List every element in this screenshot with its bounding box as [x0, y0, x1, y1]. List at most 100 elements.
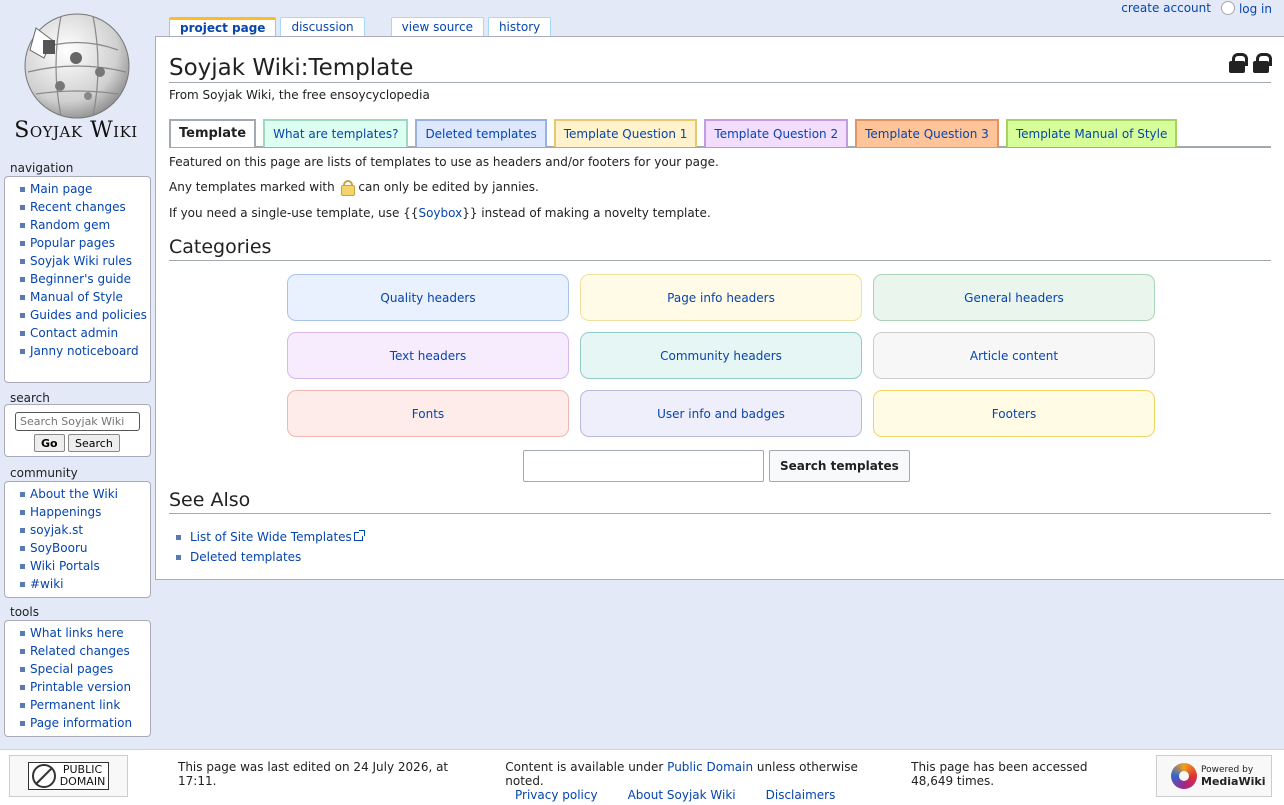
mw-line-2: MediaWiki — [1201, 775, 1266, 788]
site-logo[interactable]: Soyjak Wiki — [0, 0, 152, 152]
nav-contact-admin[interactable]: Contact admin — [30, 326, 118, 340]
privacy-policy-link[interactable]: Privacy policy — [515, 788, 598, 802]
community-happenings[interactable]: Happenings — [30, 505, 101, 519]
category-button[interactable]: Fonts — [287, 390, 569, 437]
category-button[interactable]: Text headers — [287, 332, 569, 379]
category-button[interactable]: Community headers — [580, 332, 862, 379]
categories-heading: Categories — [169, 235, 1271, 261]
tab-project-page[interactable]: project page — [169, 17, 277, 37]
subtab-what-are-templates[interactable]: What are templates? — [263, 119, 409, 147]
pd-line-2: DOMAIN — [59, 775, 106, 788]
tab-view-source[interactable]: view source — [390, 17, 484, 37]
about-link[interactable]: About Soyjak Wiki — [628, 788, 736, 802]
footer-info: This page was last edited on 24 July 202… — [170, 760, 1130, 802]
tab-discussion[interactable]: discussion — [280, 17, 365, 37]
nav-popular-pages[interactable]: Popular pages — [30, 236, 115, 250]
external-link-icon — [353, 530, 365, 541]
navigation-portal: Main page Recent changes Random gem Popu… — [4, 176, 151, 383]
log-in-link[interactable]: log in — [1239, 2, 1272, 16]
intro-single-use: If you need a single-use template, use {… — [169, 206, 711, 220]
category-button[interactable]: Article content — [873, 332, 1155, 379]
search-templates-button[interactable]: Search templates — [769, 450, 910, 482]
community-wiki-channel[interactable]: #wiki — [30, 577, 64, 591]
community-wiki-portals[interactable]: Wiki Portals — [30, 559, 100, 573]
list-item: List of Site Wide Templates — [176, 527, 365, 547]
access-count: This page has been accessed 48,649 times… — [911, 760, 1088, 788]
nav-recent-changes[interactable]: Recent changes — [30, 200, 126, 214]
intro-protected-after: can only be edited by jannies. — [358, 180, 539, 194]
nav-main-page[interactable]: Main page — [30, 182, 92, 196]
soybox-link[interactable]: Soybox — [418, 206, 462, 220]
page-title: Soyjak Wiki:Template — [169, 54, 1271, 83]
tools-printable-version[interactable]: Printable version — [30, 680, 131, 694]
site-wide-templates-link[interactable]: List of Site Wide Templates — [190, 530, 352, 544]
mediawiki-flower-icon — [1171, 763, 1197, 789]
sidebar-search-input[interactable] — [15, 412, 140, 431]
nav-manual-of-style[interactable]: Manual of Style — [30, 290, 123, 304]
search-button[interactable]: Search — [68, 434, 120, 452]
see-also-heading: See Also — [169, 488, 1271, 514]
tools-portal: What links here Related changes Special … — [4, 620, 151, 737]
category-button[interactable]: Page info headers — [580, 274, 862, 321]
mediawiki-badge[interactable]: Powered by MediaWiki — [1156, 755, 1272, 797]
community-portal: About the Wiki Happenings soyjak.st SoyB… — [4, 481, 151, 598]
template-subtabs: Template What are templates? Deleted tem… — [169, 119, 1271, 148]
nav-wiki-rules[interactable]: Soyjak Wiki rules — [30, 254, 132, 268]
go-button[interactable]: Go — [34, 434, 65, 452]
see-also-list: List of Site Wide Templates Deleted temp… — [176, 527, 365, 567]
tools-related-changes[interactable]: Related changes — [30, 644, 130, 658]
puzzle-globe-icon — [24, 13, 130, 119]
category-button[interactable]: Quality headers — [287, 274, 569, 321]
subtab-template-question-2[interactable]: Template Question 2 — [704, 119, 849, 147]
nav-random-gem[interactable]: Random gem — [30, 218, 110, 232]
nav-janny-noticeboard[interactable]: Janny noticeboard — [30, 344, 139, 358]
intro-protected-before: Any templates marked with — [169, 180, 335, 194]
deleted-templates-link[interactable]: Deleted templates — [190, 550, 301, 564]
content-area: Soyjak Wiki:Template From Soyjak Wiki, t… — [155, 36, 1284, 580]
license-before: Content is available under — [505, 760, 664, 774]
nav-guides-and-policies[interactable]: Guides and policies — [30, 308, 147, 322]
page-tabs: project page discussion view source hist… — [169, 17, 552, 37]
disclaimers-link[interactable]: Disclaimers — [766, 788, 836, 802]
intro-single-use-before: If you need a single-use template, use {… — [169, 206, 419, 220]
subtab-template[interactable]: Template — [169, 119, 257, 147]
category-button[interactable]: Footers — [873, 390, 1155, 437]
tools-page-information[interactable]: Page information — [30, 716, 132, 730]
subtab-template-question-3[interactable]: Template Question 3 — [855, 119, 999, 147]
community-about-wiki[interactable]: About the Wiki — [30, 487, 118, 501]
community-soyjak-st[interactable]: soyjak.st — [30, 523, 83, 537]
template-search-input[interactable] — [523, 450, 764, 482]
personal-links: create account log in — [1121, 0, 1272, 16]
community-soybooru[interactable]: SoyBooru — [30, 541, 88, 555]
tools-special-pages[interactable]: Special pages — [30, 662, 113, 676]
tools-permanent-link[interactable]: Permanent link — [30, 698, 120, 712]
template-search-row: Search templates — [523, 450, 910, 482]
tab-history[interactable]: history — [487, 17, 552, 37]
category-button[interactable]: User info and badges — [580, 390, 862, 437]
navigation-label: navigation — [10, 161, 74, 175]
nav-beginners-guide[interactable]: Beginner's guide — [30, 272, 131, 286]
site-wordmark: Soyjak Wiki — [14, 118, 138, 143]
create-account-link[interactable]: create account — [1121, 1, 1211, 15]
tools-what-links-here[interactable]: What links here — [30, 626, 124, 640]
community-label: community — [10, 466, 78, 480]
search-portal: Go Search — [4, 404, 151, 457]
search-label: search — [10, 391, 50, 405]
footer: PUBLIC DOMAIN This page was last edited o… — [0, 749, 1284, 805]
intro-protected: Any templates marked with can only be ed… — [169, 180, 539, 196]
subtab-deleted-templates[interactable]: Deleted templates — [415, 119, 547, 147]
tools-label: tools — [10, 605, 39, 619]
subtab-template-manual-of-style[interactable]: Template Manual of Style — [1005, 119, 1178, 147]
category-button[interactable]: General headers — [873, 274, 1155, 321]
public-domain-badge[interactable]: PUBLIC DOMAIN — [9, 755, 128, 797]
subtab-template-question-1[interactable]: Template Question 1 — [553, 119, 698, 147]
padlock-icon — [340, 180, 355, 196]
license-text: Content is available under Public Domain… — [505, 760, 881, 788]
intro-single-use-after: }} instead of making a novelty template. — [462, 206, 711, 220]
intro-featured: Featured on this page are lists of templ… — [169, 155, 719, 169]
public-domain-link[interactable]: Public Domain — [667, 760, 753, 774]
public-domain-icon — [31, 764, 56, 788]
list-item: Deleted templates — [176, 547, 363, 567]
last-edited: This page was last edited on 24 July 202… — [178, 760, 449, 788]
site-tagline: From Soyjak Wiki, the free ensoycycloped… — [169, 88, 430, 102]
